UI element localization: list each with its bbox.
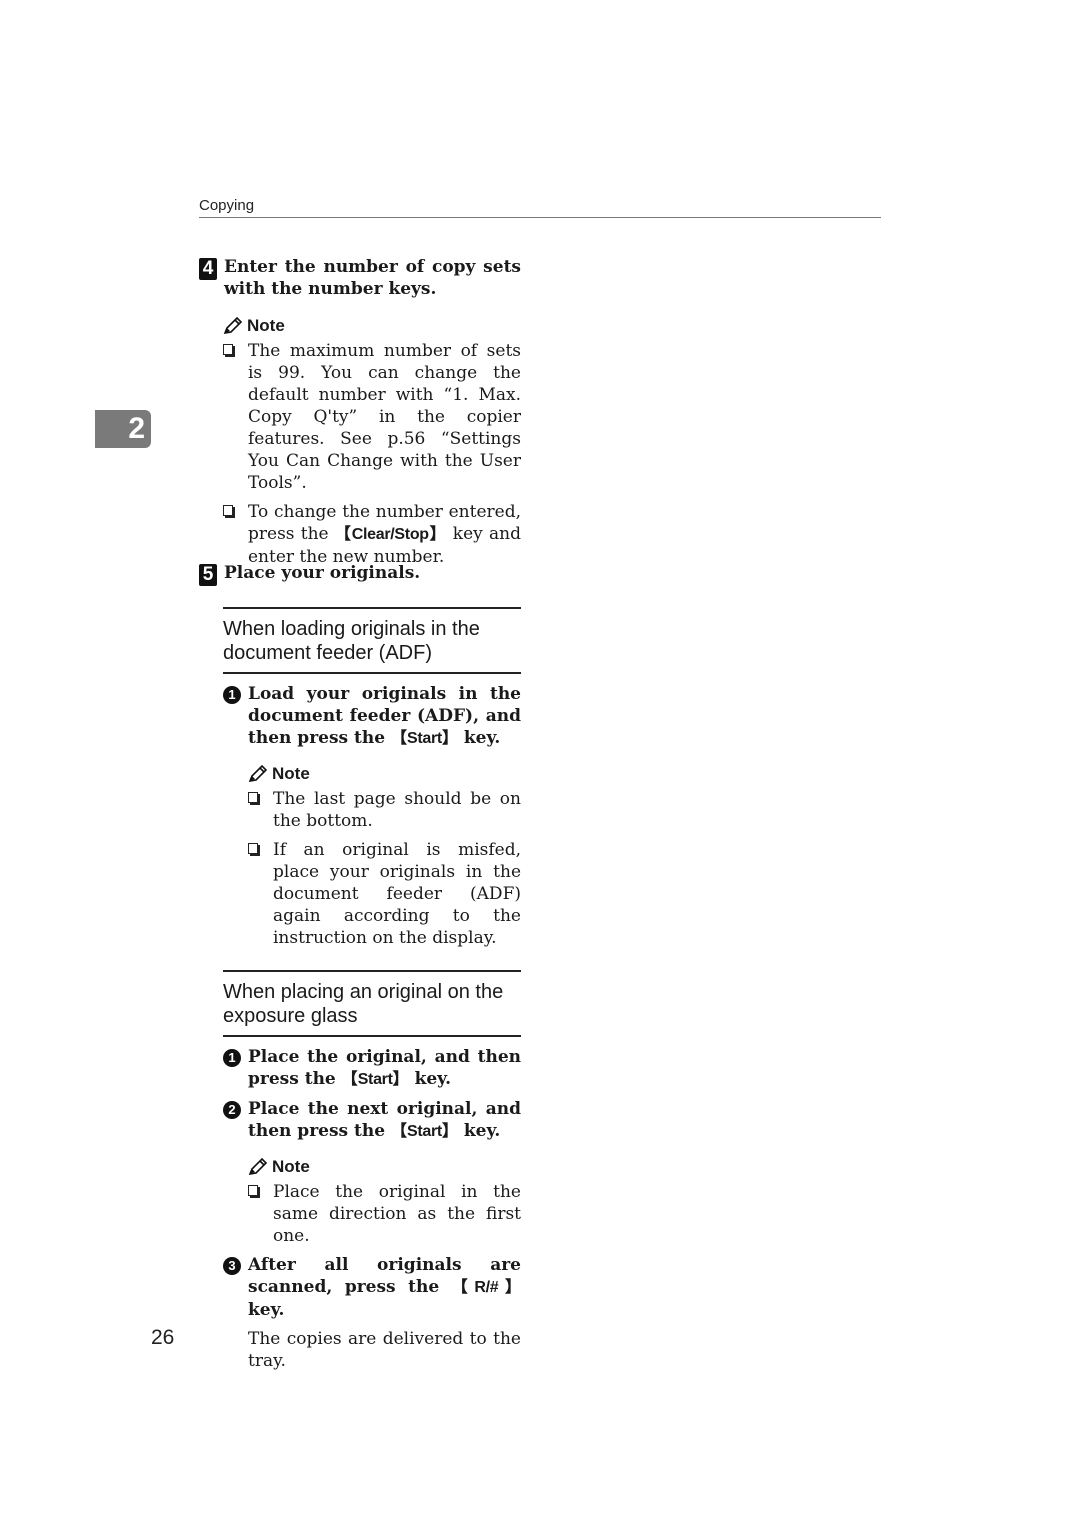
note-item-text: The maximum number of sets is 99. You ca… [248, 341, 521, 493]
note-heading: Note [248, 1157, 521, 1177]
note-label: Note [272, 1157, 310, 1176]
section-rule [223, 970, 521, 972]
section-heading: When placing an original on the exposure… [223, 981, 504, 1027]
step-5: 5 Place your originals. [199, 562, 521, 586]
pencil-icon [223, 317, 243, 335]
result-text: The copies are delivered to the tray. [248, 1329, 521, 1371]
note-label: Note [247, 316, 285, 335]
step-number-badge: 4 [199, 258, 217, 280]
key-name: Start [407, 730, 442, 747]
step-4-note: Note The maximum number of sets is 99. Y… [223, 316, 521, 575]
checkbox-bullet-icon [223, 505, 233, 516]
key-name: R/# [474, 1279, 499, 1296]
section-rule [223, 1035, 521, 1037]
checkbox-bullet-icon [223, 344, 233, 355]
step-4: 4 Enter the number of copy sets with the… [199, 256, 521, 300]
note-item: If an original is misfed, place your ori… [248, 839, 521, 949]
chapter-tab: 2 [95, 410, 151, 448]
checkbox-bullet-icon [248, 1185, 258, 1196]
checkbox-bullet-icon [248, 792, 258, 803]
checkbox-bullet-icon [248, 843, 258, 854]
section-rule [223, 672, 521, 674]
substep: 1 Load your originals in the document fe… [223, 683, 521, 750]
note-heading: Note [248, 764, 521, 784]
header-rule [199, 217, 881, 218]
glass-section: When placing an original on the exposure… [223, 970, 521, 1372]
note-item: Place the original in the same direction… [248, 1181, 521, 1247]
step-4-text: Enter the number of copy sets with the n… [224, 257, 521, 299]
circled-number-badge: 1 [223, 1049, 241, 1067]
step-5-text: Place your originals. [224, 563, 421, 583]
key-name: Start [357, 1071, 393, 1088]
substep: 1 Place the original, and then press the… [223, 1046, 521, 1091]
pencil-icon [248, 1158, 268, 1176]
note-heading: Note [223, 316, 521, 336]
page-number: 26 [151, 1326, 175, 1349]
running-header: Copying [199, 197, 255, 214]
note-label: Note [272, 764, 310, 783]
adf-note: Note The last page should be on the bott… [248, 764, 521, 949]
step-number-badge: 5 [199, 564, 217, 586]
glass-note: Note Place the original in the same dire… [248, 1157, 521, 1247]
section-rule [223, 607, 521, 609]
section-heading: When loading originals in the document f… [223, 618, 480, 664]
pencil-icon [248, 765, 268, 783]
substep: 2 Place the next original, and then pres… [223, 1098, 521, 1143]
key-name: Clear/Stop [351, 526, 429, 543]
note-item: The last page should be on the bottom. [248, 788, 521, 832]
circled-number-badge: 3 [223, 1257, 241, 1275]
note-item: The maximum number of sets is 99. You ca… [223, 340, 521, 494]
circled-number-badge: 1 [223, 686, 241, 704]
key-name: Start [407, 1123, 442, 1140]
circled-number-badge: 2 [223, 1101, 241, 1119]
adf-section: When loading originals in the document f… [223, 607, 521, 956]
substep: 3 After all originals are scanned, press… [223, 1254, 521, 1321]
note-item: To change the number entered, press the … [223, 501, 521, 568]
